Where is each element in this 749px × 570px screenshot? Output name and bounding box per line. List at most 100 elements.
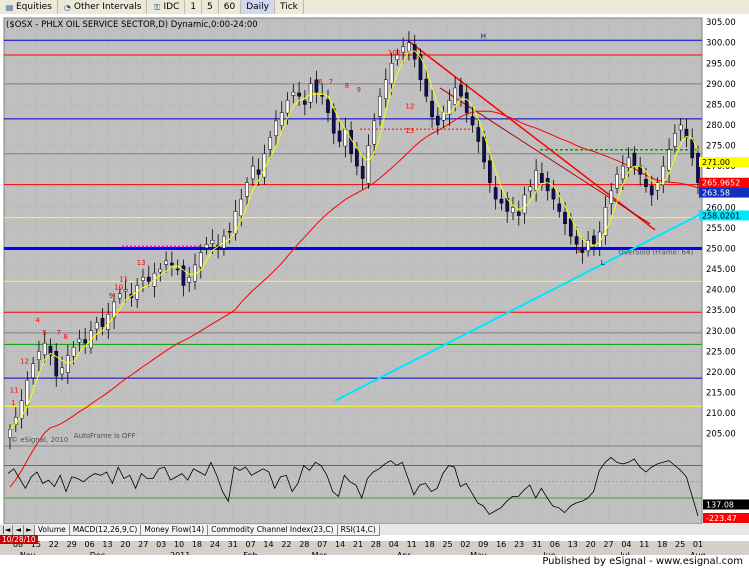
tab-money-flow-14-[interactable]: Money Flow(14) [140, 525, 209, 536]
price-box-label: 263.58 [702, 189, 730, 198]
x-tick-label: 18 [657, 540, 667, 549]
y-tick-label: 285.00 [706, 100, 736, 110]
candle-body [592, 235, 596, 245]
seq-count-label: 9 [109, 292, 113, 300]
seq-count-label: 9 [356, 86, 360, 94]
candle-body [499, 198, 504, 204]
x-tick-label: 14 [335, 540, 345, 549]
candle-body [632, 152, 637, 167]
price-box: 258.0201 [699, 210, 749, 221]
tab-commodity-channel-index-23-c-[interactable]: Commodity Channel Index(23,C) [207, 525, 338, 536]
toolbar-item-label: 60 [223, 2, 236, 12]
tab-volume[interactable]: Volume [33, 525, 70, 536]
tab-rsi-14-c-[interactable]: RSI(14,C) [336, 525, 380, 536]
candle-body [476, 127, 481, 142]
candle-body [383, 79, 388, 99]
candle-body [320, 94, 325, 97]
toolbar-item-1[interactable]: ◔ Other Intervals [58, 0, 148, 14]
y-tick-label: 235.00 [706, 306, 736, 316]
candle-body [187, 277, 192, 283]
x-tick-label: 13 [102, 540, 112, 549]
candle-body [100, 317, 105, 327]
toolbar-item-5[interactable]: 60 [219, 0, 242, 14]
x-tick-label: 23 [514, 540, 524, 549]
seq-count-label: 7 [329, 78, 333, 86]
candle-body [337, 130, 342, 142]
candle-body [470, 116, 475, 126]
indicator-tabs: |◄ ◄ ► Volume MACD(12,26,9,C) Money Flow(14) C… [0, 525, 380, 536]
candle-body [37, 351, 41, 360]
x-tick-label: 11 [407, 540, 417, 549]
candle-body [482, 136, 486, 163]
candle-body [516, 211, 521, 216]
candle-body [164, 260, 168, 265]
price-box-label: 258.0201 [702, 211, 740, 220]
candle-body [401, 46, 405, 53]
candle-body [580, 248, 585, 253]
candle-body [435, 115, 440, 126]
y-tick-label: 250.00 [706, 244, 736, 254]
toolbar-item-2[interactable]: ⚿ IDC [147, 0, 186, 14]
toolbar-item-0[interactable]: ▤ Equities [0, 0, 58, 14]
candle-body [586, 239, 591, 252]
seq-count-label: 6 [318, 78, 323, 86]
toolbar-item-6[interactable]: Daily [241, 0, 276, 14]
x-tick-label: 25 [442, 540, 452, 549]
candle-body [649, 185, 654, 196]
candle-body [274, 120, 278, 136]
candle-body [488, 160, 492, 183]
candle-body [303, 100, 307, 105]
tab-macd-12-26-9-c-[interactable]: MACD(12,26,9,C) [68, 525, 142, 536]
annotation-label: AutoFrame is OFF [74, 432, 136, 440]
annotation-label: H [481, 33, 486, 41]
candle-body [430, 100, 434, 118]
y-tick-label: 225.00 [706, 347, 736, 357]
cursor-date-box: 10/28/10 [0, 535, 38, 544]
seq-count-label: 1 [11, 399, 15, 407]
candle-body [285, 100, 290, 114]
x-tick-label: 29 [67, 540, 77, 549]
price-pane [3, 17, 703, 447]
candle-body [250, 165, 255, 180]
y-tick-label: 275.00 [706, 142, 736, 152]
toolbar-item-4[interactable]: 5 [202, 0, 219, 14]
x-tick-label: 20 [586, 540, 596, 549]
seq-count-label: 7 [56, 329, 60, 337]
candle-body [326, 99, 330, 113]
candle-body [568, 218, 573, 237]
x-tick-label: 18 [192, 540, 202, 549]
x-tick-label: 31 [532, 540, 542, 549]
candle-body [268, 137, 273, 150]
y-tick-label: 205.00 [706, 430, 736, 440]
toolbar-item-3[interactable]: 1 [185, 0, 203, 14]
seq-count-label: 11 [10, 387, 19, 395]
candle-body [366, 145, 371, 184]
x-tick-label: 22 [49, 540, 59, 549]
x-tick-label: 02 [460, 540, 470, 549]
y-tick-label: 240.00 [706, 286, 736, 296]
candle-body [407, 42, 411, 52]
candle-body [644, 179, 648, 187]
x-tick-label: 31 [228, 540, 238, 549]
chart-icon: ▤ [5, 2, 14, 12]
candle-body [262, 153, 267, 178]
candle-body [389, 63, 394, 84]
candle-body [175, 268, 180, 271]
price-box-label: 271.00 [702, 158, 730, 167]
candle-body [620, 165, 625, 180]
y-tick-label: 215.00 [706, 389, 736, 399]
x-tick-label: 03 [156, 540, 166, 549]
candle-body [355, 148, 359, 167]
toolbar-item-label: 5 [207, 2, 213, 12]
candle-body [146, 276, 151, 282]
candle-body [349, 129, 353, 155]
seq-count-label: 8 [63, 333, 67, 341]
candle-body [117, 293, 122, 299]
x-tick-label: 28 [371, 540, 381, 549]
x-tick-label: 27 [138, 540, 148, 549]
toolbar-item-7[interactable]: Tick [275, 0, 304, 14]
candle-body [245, 182, 249, 197]
annotation-label: OverSold (Frame: 64) [618, 249, 693, 257]
candle-body [31, 363, 35, 378]
candle-body [83, 339, 88, 344]
